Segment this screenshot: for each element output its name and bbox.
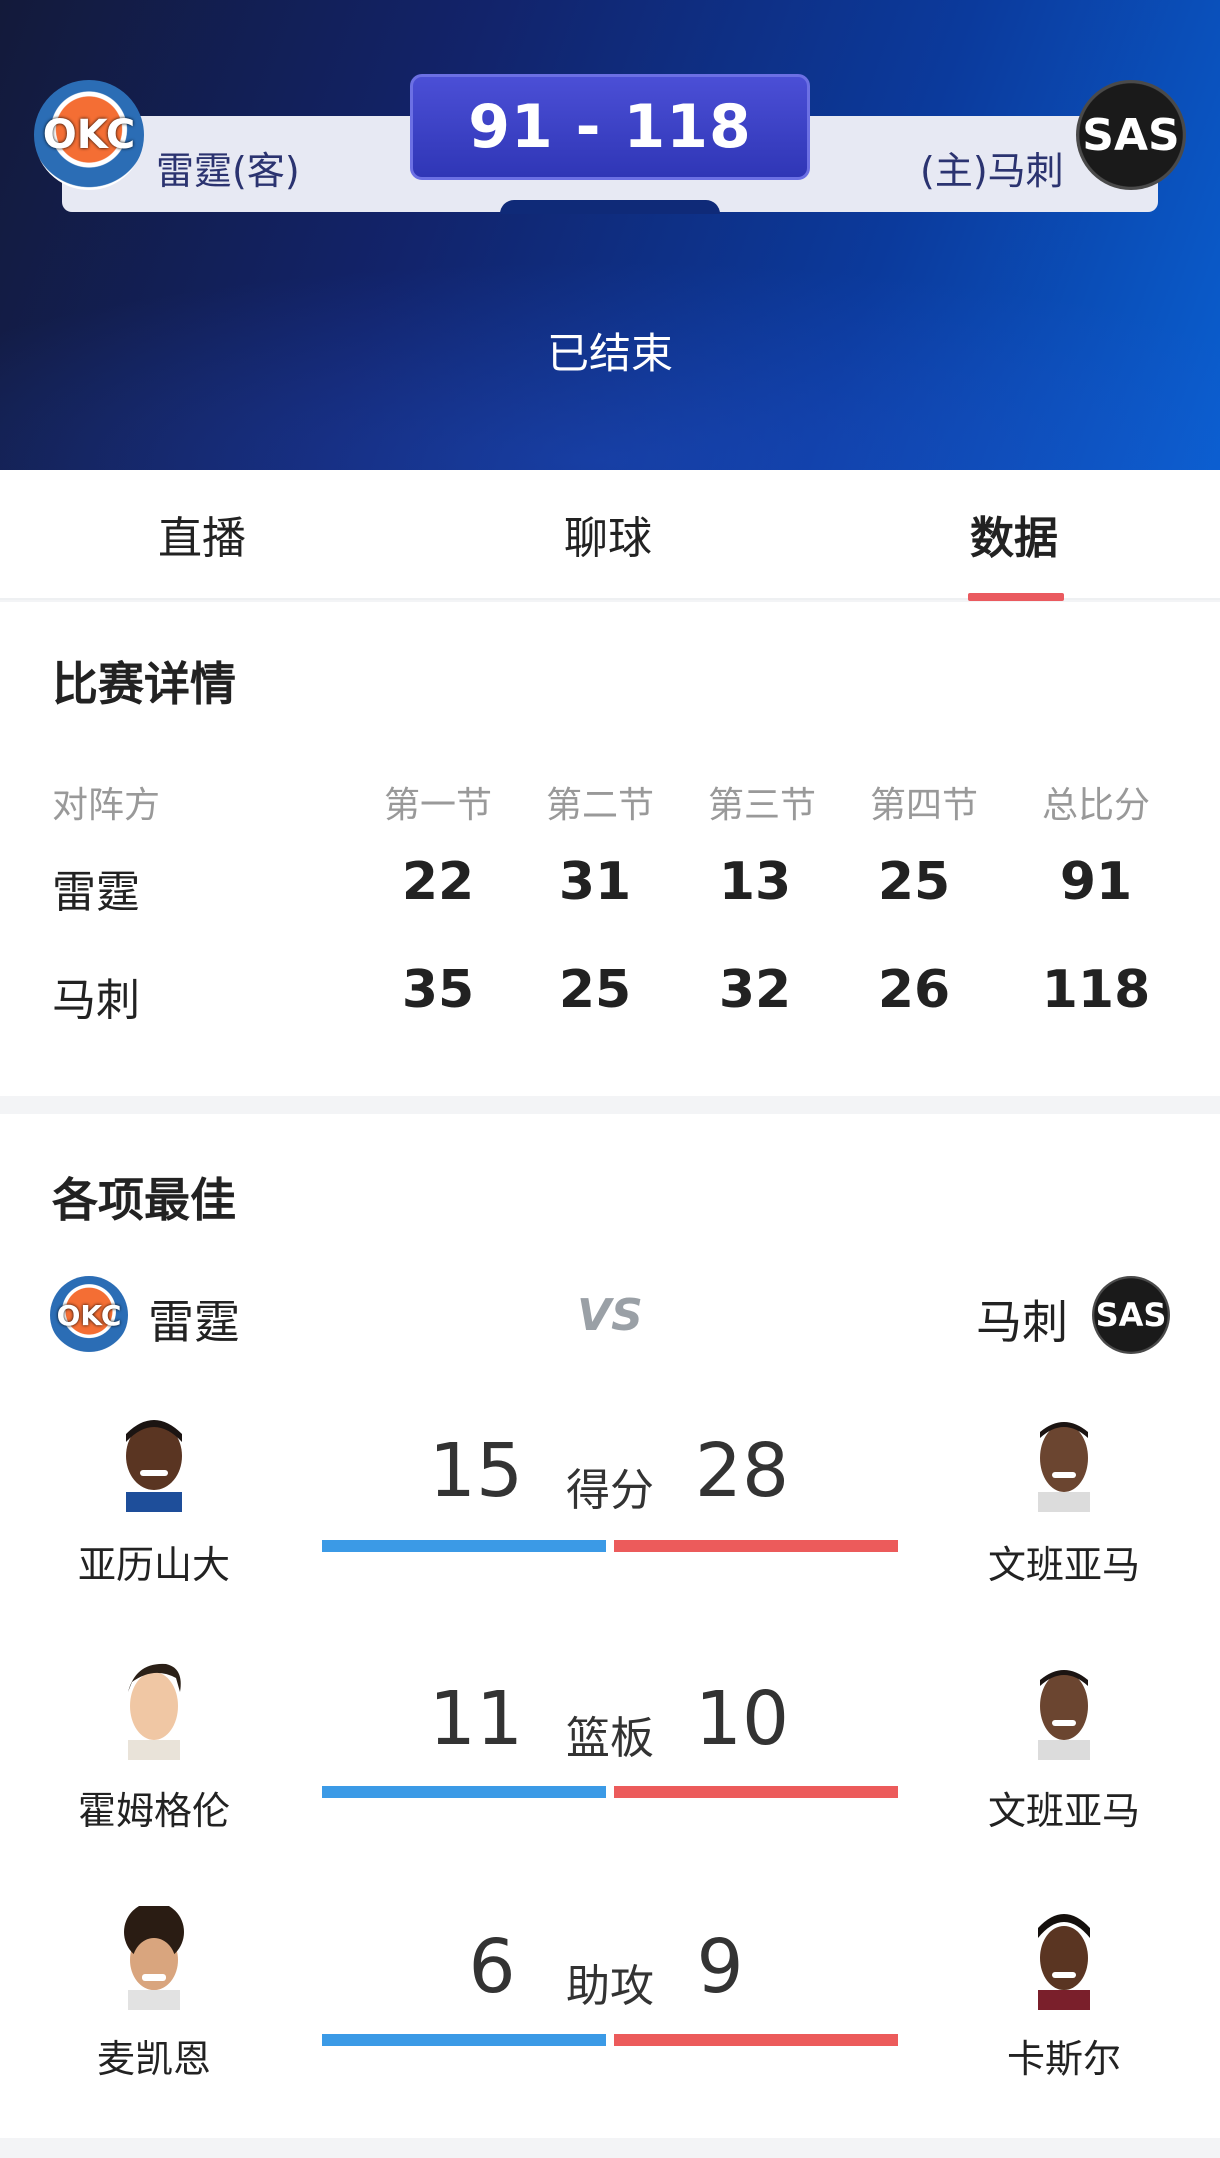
col-header-q3: 第三节: [707, 785, 816, 826]
score-cell: 22: [401, 852, 475, 912]
score-cell: 25: [558, 960, 632, 1020]
player-avatar-icon: [128, 1663, 181, 1760]
match-detail-title: 比赛详情: [52, 657, 236, 711]
col-header-q4: 第四节: [869, 785, 978, 826]
score-cell-total: 91: [1059, 852, 1133, 912]
right-team-name: 马刺: [976, 1295, 1068, 1349]
score-cell: 13: [718, 852, 792, 912]
player-avatar-icon: [1038, 1914, 1090, 2010]
home-team-logo-text: SAS: [1082, 109, 1180, 161]
left-team-logo-text: OKC: [56, 1298, 122, 1332]
right-stat-value: 9: [696, 1924, 744, 2010]
row-team-name: 马刺: [52, 975, 140, 1026]
left-stat-bar: [322, 1786, 606, 1798]
left-team-name: 雷霆: [148, 1295, 240, 1349]
player-avatar[interactable]: [106, 1906, 202, 2010]
score-cell: 31: [558, 852, 632, 912]
right-stat-value: 28: [694, 1428, 790, 1514]
tab-live[interactable]: 直播: [102, 502, 302, 566]
score-cell: 25: [877, 852, 951, 912]
player-avatar-icon: [126, 1420, 182, 1512]
player-avatar[interactable]: [1016, 1906, 1112, 2010]
left-stat-bar: [322, 1540, 606, 1552]
right-player-name[interactable]: 卡斯尔: [934, 2028, 1194, 2083]
left-player-name[interactable]: 亚历山大: [24, 1534, 284, 1589]
right-stat-bar: [614, 1786, 898, 1798]
right-stat-value: 10: [694, 1676, 790, 1762]
right-stat-bar: [614, 2034, 898, 2046]
right-player-name[interactable]: 文班亚马: [934, 1780, 1194, 1835]
home-team-label: (主)马刺: [920, 149, 1064, 193]
score-cell: 32: [718, 960, 792, 1020]
col-header-total: 总比分: [1041, 785, 1150, 826]
col-header-team: 对阵方: [52, 785, 161, 826]
tab-chat[interactable]: 聊球: [508, 502, 708, 566]
tab-active-indicator: [968, 593, 1064, 601]
right-team-logo-text: SAS: [1095, 1296, 1167, 1334]
tab-data[interactable]: 数据: [914, 502, 1114, 566]
left-stat-bar: [322, 2034, 606, 2046]
left-stat-value: 11: [428, 1676, 524, 1762]
away-team-logo[interactable]: OKC: [34, 80, 144, 190]
player-avatar[interactable]: [1016, 1656, 1112, 1760]
player-avatar[interactable]: [1016, 1408, 1112, 1512]
score-notch: [500, 200, 720, 214]
player-avatar-icon: [1038, 1422, 1090, 1512]
tab-bar: 直播 聊球 数据: [0, 470, 1220, 601]
home-team-logo[interactable]: SAS: [1076, 80, 1186, 190]
player-avatar[interactable]: [106, 1408, 202, 1512]
right-stat-bar: [614, 1540, 898, 1552]
score-display: 91 - 118: [410, 74, 810, 180]
left-player-name[interactable]: 麦凯恩: [24, 2028, 284, 2083]
match-header: OKC 雷霆(客) 91 - 118 (主)马刺 SAS 已结束: [0, 0, 1220, 470]
right-team-logo: SAS: [1092, 1276, 1170, 1354]
stat-label: 篮板: [566, 1713, 654, 1764]
away-team-label: 雷霆(客): [156, 149, 300, 193]
score-cell: 35: [401, 960, 475, 1020]
player-avatar[interactable]: [106, 1656, 202, 1760]
player-avatar-icon: [124, 1906, 184, 2010]
left-player-name[interactable]: 霍姆格伦: [24, 1780, 284, 1835]
player-avatar-icon: [1038, 1670, 1090, 1760]
left-stat-value: 15: [428, 1428, 524, 1514]
match-status: 已结束: [546, 329, 673, 378]
vs-label: VS: [577, 1290, 643, 1341]
right-player-name[interactable]: 文班亚马: [934, 1534, 1194, 1589]
col-header-q2: 第二节: [545, 785, 654, 826]
score-cell-total: 118: [1041, 960, 1151, 1020]
stat-label: 得分: [566, 1465, 654, 1516]
away-team-logo-text: OKC: [42, 112, 136, 158]
row-team-name: 雷霆: [52, 867, 140, 918]
col-header-q1: 第一节: [383, 785, 492, 826]
score-cell: 26: [877, 960, 951, 1020]
best-players-title: 各项最佳: [52, 1173, 236, 1227]
left-team-logo: OKC: [50, 1276, 128, 1354]
